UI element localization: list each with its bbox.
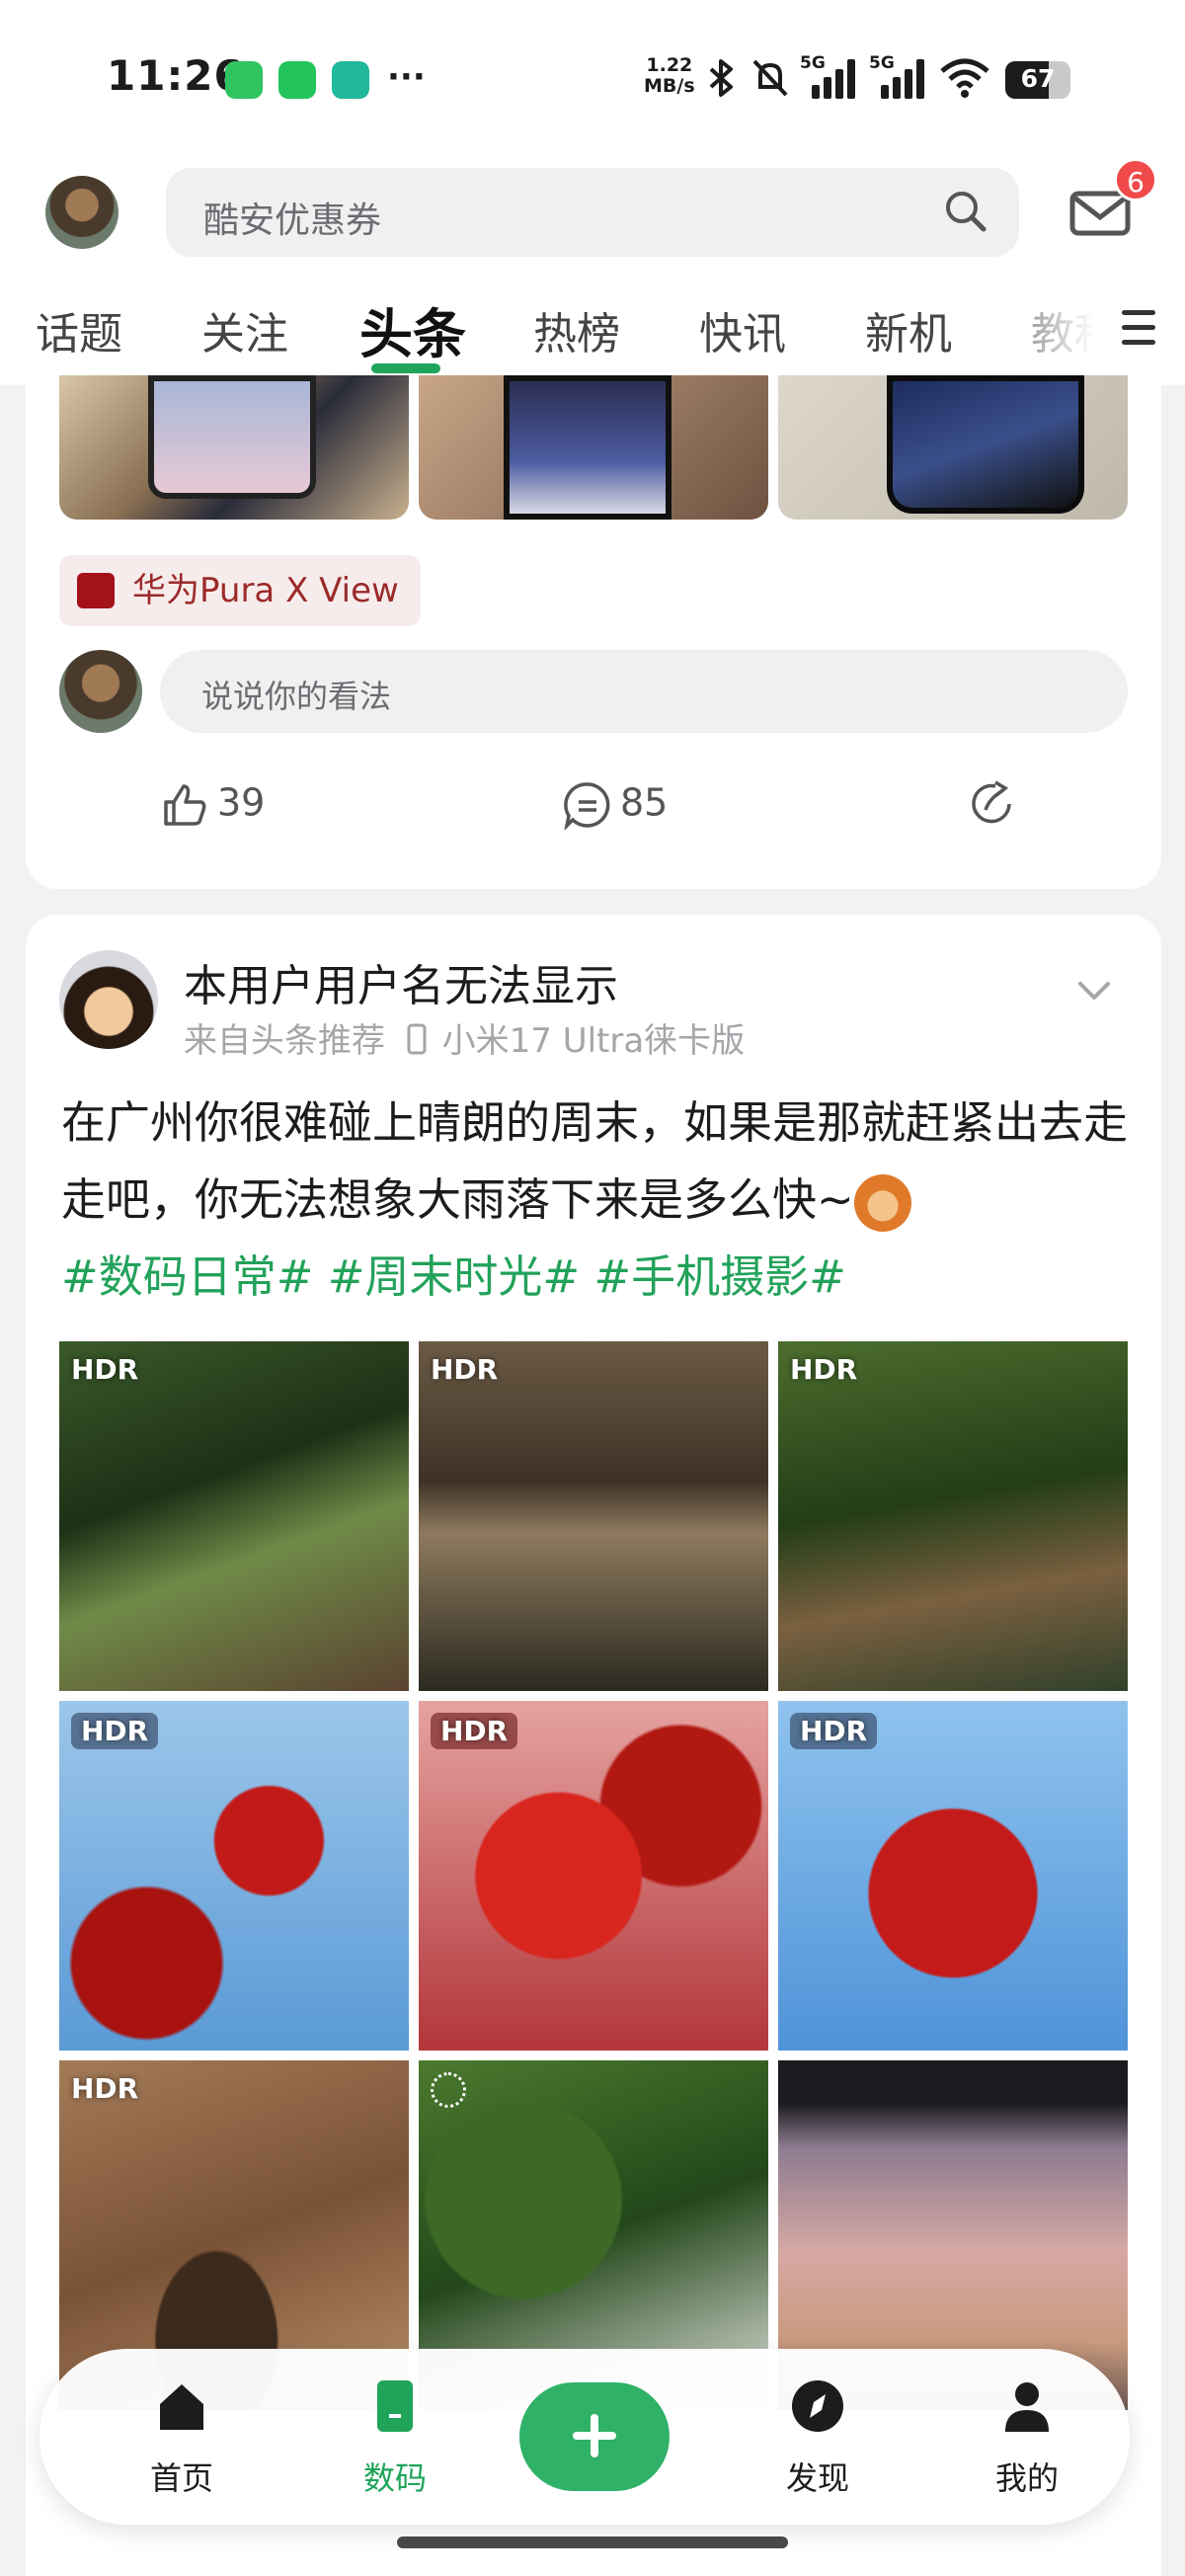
user-avatar[interactable] [45,176,118,249]
post-image[interactable] [778,375,1128,520]
status-bar: 11:26 ··· 1.22 MB/s 5G 5G 67 [0,0,1185,158]
comment-button[interactable]: 85 [563,780,668,832]
signal-5g-2-icon: 5G [869,53,928,99]
feed-card-previous: 华为Pura X View 说说你的看法 39 85 [26,375,1161,889]
grid-image-6[interactable]: HDR [778,1701,1128,2051]
tab-follow[interactable]: 关注 [201,298,288,362]
home-indicator [397,2536,788,2548]
post-image[interactable] [59,375,409,520]
thumbs-up-icon [164,784,206,826]
post-text: 在广州你很难碰上晴朗的周末，如果是那就赶紧出去走走吧，你无法想象大雨落下来是多么… [61,1085,1128,1239]
feed-card: 本用户用户名无法显示 来自头条推荐 小米17 Ultra徕卡版 在广州你很难碰上… [26,915,1161,2576]
user-icon [1005,2382,1049,2432]
nav-digital[interactable]: 数码 [336,2376,454,2499]
app-header: 酷安优惠券 6 话题 关注 头条 热榜 快讯 新机 教程 [0,158,1185,385]
signal-5g-1-icon: 5G [800,53,859,99]
nav-me[interactable]: 我的 [968,2376,1086,2499]
wechat-app-icon [278,61,316,99]
chevron-down-icon[interactable] [1074,970,1114,1009]
topic-icon [77,573,115,608]
post-device: 小米17 Ultra徕卡版 [441,1021,746,1061]
tab-new-phones[interactable]: 新机 [865,298,952,362]
author-avatar[interactable] [59,950,158,1049]
topic-chip[interactable]: 华为Pura X View [59,555,421,626]
next-card-peek [26,2546,1161,2576]
mi-home-app-icon [225,61,263,99]
post-meta: 来自头条推荐 小米17 Ultra徕卡版 [184,1013,745,1062]
post-hashtags[interactable]: #数码日常# #周末时光# #手机摄影# [61,1241,846,1305]
compass-icon [792,2380,843,2432]
grid-image-5[interactable]: HDR [419,1701,768,2051]
monkey-emoji-icon [853,1174,911,1232]
share-icon[interactable] [966,778,1017,830]
author-name[interactable]: 本用户用户名无法显示 [184,950,618,1013]
tab-fade-overlay [968,279,1126,377]
wifi-icon [940,58,989,98]
post-image[interactable] [419,375,768,520]
bottom-nav: 首页 数码 发现 我的 [40,2349,1130,2525]
grid-image-1[interactable]: HDR [59,1341,409,1691]
grid-image-2[interactable]: HDR [419,1341,768,1691]
menu-icon[interactable] [1122,310,1155,346]
network-speed: 1.22 MB/s [644,54,695,97]
status-time: 11:26 [107,51,244,100]
grid-image-3[interactable]: HDR [778,1341,1128,1691]
search-placeholder: 酷安优惠券 [203,201,382,241]
phone-icon [407,1023,427,1055]
nav-home[interactable]: 首页 [122,2376,241,2499]
battery-indicator: 67 [1005,61,1070,99]
tab-hot-list[interactable]: 热榜 [533,298,620,362]
nav-discover[interactable]: 发现 [758,2376,877,2499]
tab-bar: 话题 关注 头条 热榜 快讯 新机 教程 [0,279,1185,377]
like-button[interactable]: 39 [160,780,265,830]
home-icon [160,2384,203,2430]
grid-image-4[interactable]: HDR [59,1701,409,2051]
create-post-button[interactable] [519,2382,670,2491]
user-avatar[interactable] [59,650,142,733]
comment-icon [564,782,610,832]
comment-input[interactable]: 说说你的看法 [160,650,1128,733]
active-tab-underline [371,363,440,373]
more-notifications-icon: ··· [387,57,426,97]
bluetooth-icon [709,59,733,97]
message-badge: 6 [1114,158,1157,201]
tab-topic[interactable]: 话题 [36,298,122,362]
app-notification-icon [332,61,369,99]
mute-bell-icon [752,59,788,97]
post-source: 来自头条推荐 [184,1021,385,1061]
search-bar[interactable]: 酷安优惠券 [166,168,1019,257]
phone-icon [377,2380,413,2432]
tab-news-flash[interactable]: 快讯 [699,298,786,362]
live-photo-icon [431,2072,466,2108]
search-icon[interactable] [942,188,989,235]
tab-headlines[interactable]: 头条 [359,290,466,368]
